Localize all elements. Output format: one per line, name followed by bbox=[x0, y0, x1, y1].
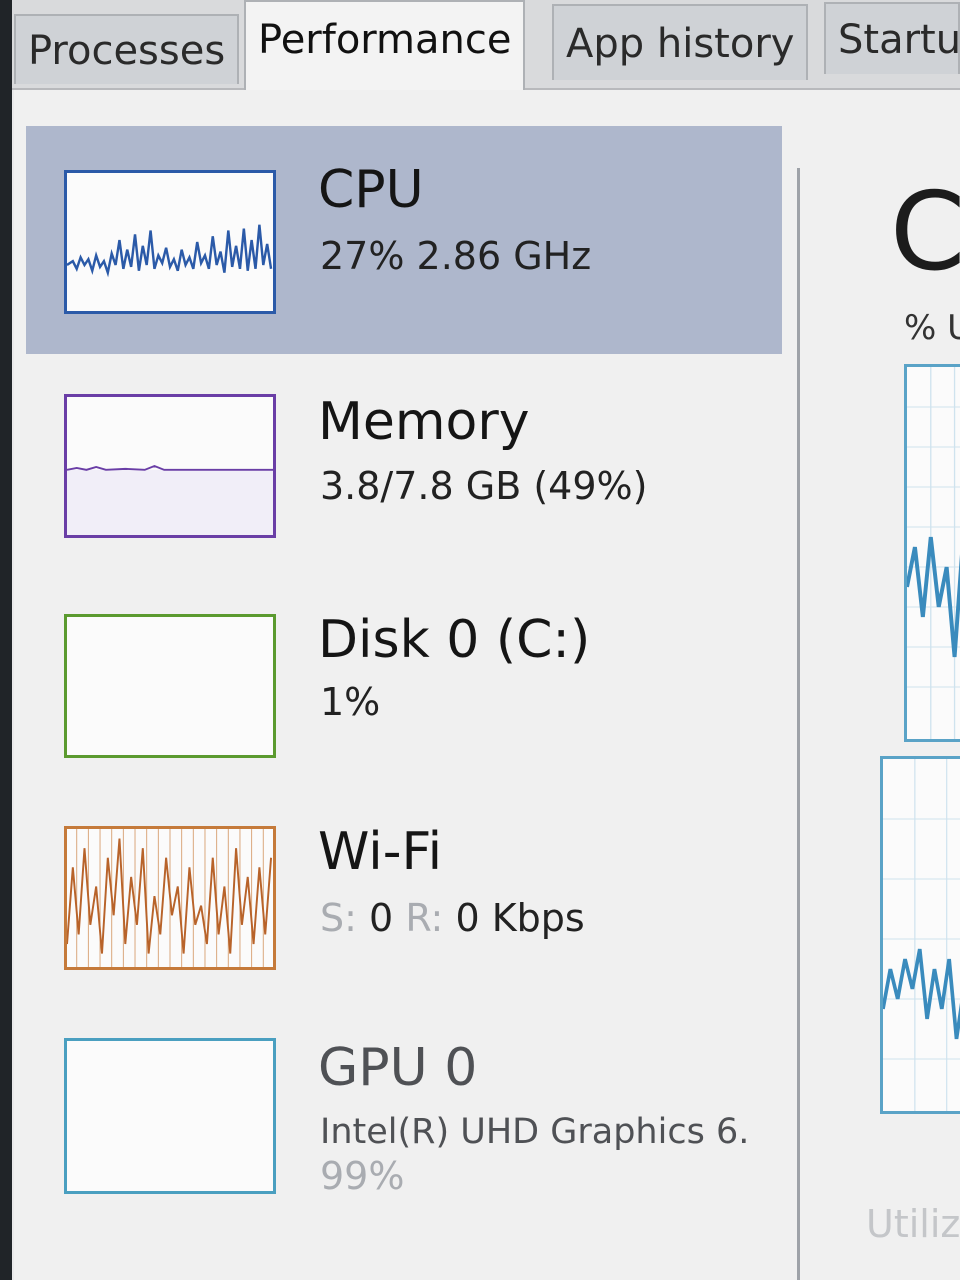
detail-title: C bbox=[890, 170, 960, 295]
cpu-utilization-graph bbox=[904, 364, 960, 742]
sidebar-item-wifi[interactable]: Wi-Fi S: 0 R: 0 Kbps bbox=[26, 798, 782, 1026]
secondary-utilization-line bbox=[883, 948, 960, 1040]
memory-fill bbox=[67, 469, 273, 535]
wifi-throughput-text: S: 0 R: 0 Kbps bbox=[320, 896, 585, 940]
wifi-recv-label: R: bbox=[405, 896, 444, 940]
gpu-thumbnail-graph bbox=[64, 1038, 276, 1194]
wifi-recv-value: 0 Kbps bbox=[455, 896, 585, 940]
secondary-utilization-graph bbox=[880, 756, 960, 1114]
memory-usage-line bbox=[67, 464, 273, 471]
disk-thumbnail-graph bbox=[64, 614, 276, 758]
gpu-title: GPU 0 bbox=[318, 1038, 478, 1098]
wifi-title: Wi-Fi bbox=[318, 822, 443, 882]
tab-bar: Processes Performance App history Startu bbox=[12, 0, 960, 90]
cpu-utilization-line bbox=[907, 536, 960, 658]
tab-startup[interactable]: Startu bbox=[824, 2, 960, 74]
disk-usage-text: 1% bbox=[320, 680, 381, 724]
gpu-model-text: Intel(R) UHD Graphics 6. bbox=[320, 1112, 750, 1152]
cpu-thumbnail-graph bbox=[64, 170, 276, 314]
memory-thumbnail-graph bbox=[64, 394, 276, 538]
disk-title: Disk 0 (C:) bbox=[318, 610, 591, 670]
tab-app-history[interactable]: App history bbox=[552, 4, 809, 80]
detail-graph-label: % U bbox=[904, 308, 960, 348]
tab-processes[interactable]: Processes bbox=[14, 14, 240, 84]
sidebar-item-gpu[interactable]: GPU 0 Intel(R) UHD Graphics 6. 99% bbox=[26, 1018, 782, 1246]
sidebar-item-disk[interactable]: Disk 0 (C:) 1% bbox=[26, 576, 782, 804]
window-edge bbox=[0, 0, 12, 1280]
cpu-title: CPU bbox=[318, 160, 424, 220]
wifi-send-label: S: bbox=[320, 896, 357, 940]
gpu-usage-text: 99% bbox=[320, 1154, 405, 1198]
cpu-usage-text: 27% 2.86 GHz bbox=[320, 234, 592, 278]
memory-title: Memory bbox=[318, 392, 530, 452]
cpu-usage-line bbox=[67, 224, 273, 278]
tab-performance[interactable]: Performance bbox=[244, 0, 526, 90]
detail-pane: C % U Utiliz bbox=[800, 90, 960, 1280]
sidebar-item-memory[interactable]: Memory 3.8/7.8 GB (49%) bbox=[26, 356, 782, 584]
memory-usage-text: 3.8/7.8 GB (49%) bbox=[320, 464, 648, 508]
sidebar-item-cpu[interactable]: CPU 27% 2.86 GHz bbox=[26, 126, 782, 354]
utilization-label: Utiliz bbox=[866, 1202, 960, 1246]
wifi-send-value: 0 bbox=[369, 896, 394, 940]
wifi-thumbnail-graph bbox=[64, 826, 276, 970]
